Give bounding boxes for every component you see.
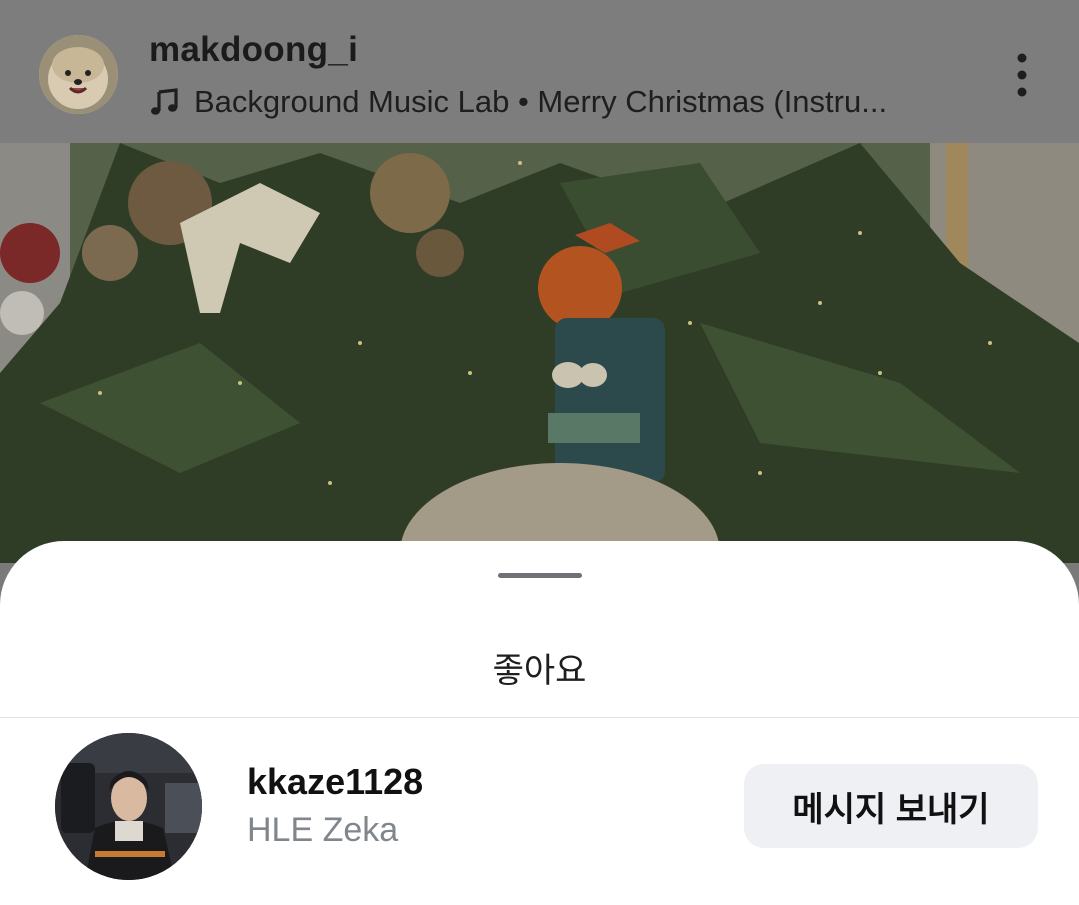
music-note-icon bbox=[151, 88, 178, 115]
more-vertical-icon[interactable] bbox=[1008, 52, 1036, 98]
sheet-title: 좋아요 bbox=[492, 652, 587, 690]
post-photo bbox=[0, 143, 1079, 563]
likes-bottom-sheet: 좋아요 kkaze1128 HLE Zeka 메시지 보내기 bbox=[0, 541, 1079, 905]
liker-avatar[interactable] bbox=[55, 733, 202, 880]
sheet-divider bbox=[0, 717, 1079, 718]
post-username[interactable]: makdoong_i bbox=[149, 30, 358, 70]
send-message-button[interactable]: 메시지 보내기 bbox=[744, 764, 1038, 848]
sheet-drag-handle[interactable] bbox=[498, 573, 582, 578]
music-attribution[interactable]: Background Music Lab • Merry Christmas (… bbox=[150, 82, 887, 122]
liker-username[interactable]: kkaze1128 bbox=[247, 761, 423, 803]
profile-avatar[interactable] bbox=[39, 35, 118, 114]
music-title: Background Music Lab • Merry Christmas (… bbox=[194, 84, 888, 119]
liker-full-name: HLE Zeka bbox=[247, 811, 399, 849]
post-header: makdoong_i Background Music Lab • Merry … bbox=[0, 0, 1079, 143]
